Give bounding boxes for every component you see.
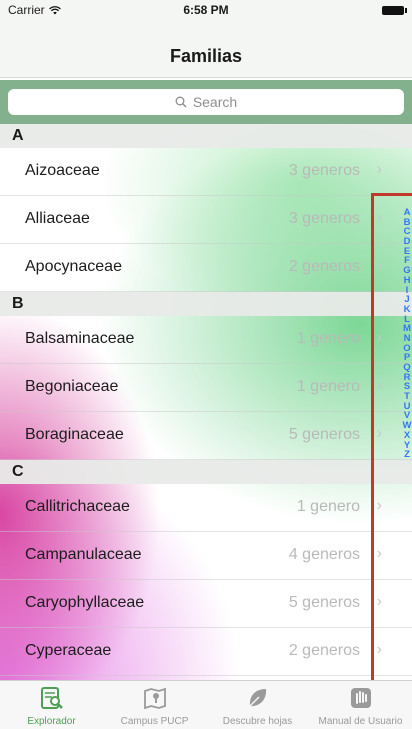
chevron-right-icon: › xyxy=(376,161,382,178)
section-header-a: A xyxy=(0,124,412,148)
search-placeholder: Search xyxy=(192,94,238,110)
family-name: Apocynaceae xyxy=(25,258,122,275)
list-item[interactable]: Callitrichaceae 1 genero › xyxy=(0,484,412,532)
genus-count: 4 generos xyxy=(288,546,360,563)
status-bar: Carrier 6:58 PM xyxy=(0,0,412,20)
list-item[interactable]: Boraginaceae 5 generos › xyxy=(0,412,412,460)
genus-count: 2 generos xyxy=(288,258,360,275)
genus-count: 3 generos xyxy=(288,210,360,227)
search-icon xyxy=(175,96,187,108)
tab-label: Explorador xyxy=(27,716,76,727)
list-item[interactable]: Cyperaceae 2 generos › xyxy=(0,628,412,676)
family-name: Callitrichaceae xyxy=(25,498,130,515)
list-item[interactable]: Alliaceae 3 generos › xyxy=(0,196,412,244)
family-name: Campanulaceae xyxy=(25,546,142,563)
tab-explorador[interactable]: Explorador xyxy=(0,681,103,729)
list-item[interactable]: Aizoaceae 3 generos › xyxy=(0,148,412,196)
list-item[interactable]: Begoniaceae 1 genero › xyxy=(0,364,412,412)
family-name: Caryophyllaceae xyxy=(25,594,145,611)
genus-count: 1 genero xyxy=(296,378,360,395)
list-item[interactable]: Balsaminaceae 1 genero › xyxy=(0,316,412,364)
tab-descubre-hojas[interactable]: Descubre hojas xyxy=(206,681,309,729)
genus-count: 2 generos xyxy=(288,642,360,659)
leaf-icon xyxy=(248,689,266,707)
tab-label: Campus PUCP xyxy=(120,716,189,727)
page-title: Familias xyxy=(169,46,243,66)
family-name: Alliaceae xyxy=(25,210,90,227)
genus-count: 3 generos xyxy=(288,162,360,179)
family-name: Boraginaceae xyxy=(25,426,124,443)
search-input[interactable]: Search xyxy=(8,89,404,115)
status-time: 6:58 PM xyxy=(183,3,229,17)
tab-label: Manual de Usuario xyxy=(318,716,403,727)
list-item[interactable]: Caryophyllaceae 5 generos › xyxy=(0,580,412,628)
family-name: Balsaminaceae xyxy=(25,330,135,347)
genus-count: 5 generos xyxy=(288,426,360,443)
family-name: Aizoaceae xyxy=(25,162,100,179)
tab-campus-pucp[interactable]: Campus PUCP xyxy=(103,681,206,729)
list-item[interactable]: Apocynaceae 2 generos › xyxy=(0,244,412,292)
family-name: Begoniaceae xyxy=(25,378,119,395)
genus-count: 5 generos xyxy=(288,594,360,611)
tab-bar: Explorador Campus PUCP Descubre hojas Ma… xyxy=(0,680,412,729)
battery-icon xyxy=(382,6,407,15)
map-icon xyxy=(143,687,166,710)
list-item[interactable]: Campanulaceae 4 generos › xyxy=(0,532,412,580)
explorer-icon xyxy=(40,687,63,709)
index-letter[interactable]: Z xyxy=(400,450,412,460)
family-name: Cyperaceae xyxy=(25,642,112,659)
genus-count: 1 genero xyxy=(296,498,360,515)
tab-label: Descubre hojas xyxy=(222,716,293,727)
tab-manual-de-usuario[interactable]: Manual de Usuario xyxy=(309,681,412,729)
section-header-b: B xyxy=(0,292,412,316)
genus-count: 1 genero xyxy=(296,330,360,347)
hand-icon xyxy=(350,688,371,708)
navigation-bar: Familias xyxy=(0,20,412,78)
section-index[interactable]: ABCDEFGHIJKLMNOPQRSTUVWXYZ xyxy=(400,208,412,460)
family-list[interactable]: A Aizoaceae 3 generos › Alliaceae 3 gene… xyxy=(0,124,412,680)
search-bar: Search xyxy=(0,80,412,124)
section-header-c: C xyxy=(0,460,412,484)
